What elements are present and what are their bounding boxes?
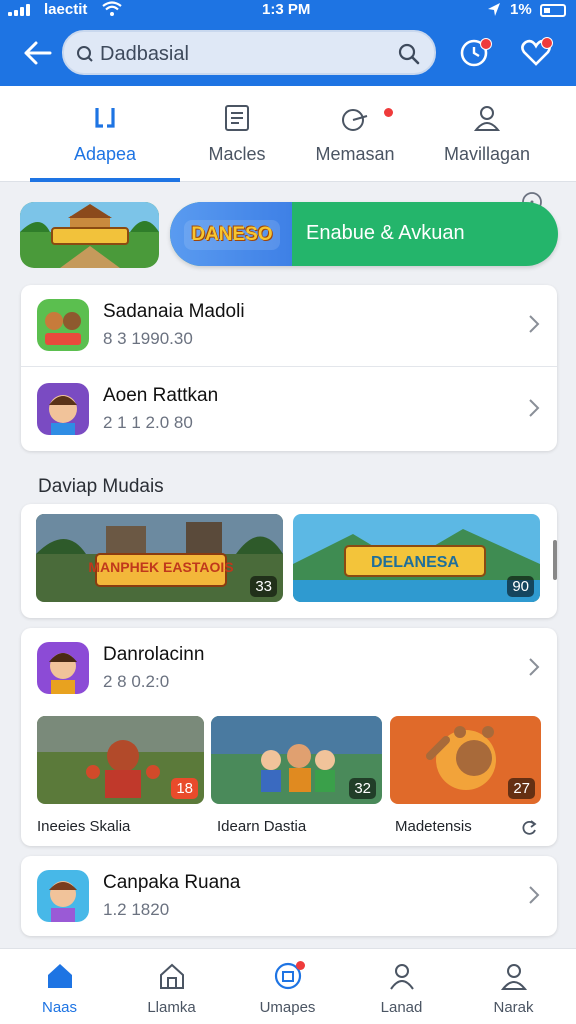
nav-item-lanad[interactable]: Lanad (344, 949, 459, 1024)
nav-item-naas[interactable]: Naas (2, 949, 117, 1024)
search-prefix-icon (77, 46, 93, 62)
item-title: Aoen Rattkan (103, 385, 219, 406)
list-item[interactable]: Danrolacinn 2 8 0.2:0 (21, 628, 557, 708)
item-subtitle: 2 8 0.2:0 (103, 672, 170, 691)
app-list-card: Canpaka Ruana 1.2 1820 (21, 856, 557, 936)
notifications-button[interactable] (456, 34, 492, 70)
signal-icon (8, 4, 34, 16)
battery-icon (540, 4, 566, 17)
pen-icon (342, 109, 368, 131)
battery-percent: 1% (510, 1, 532, 18)
wifi-icon (102, 1, 122, 16)
item-title: Danrolacinn (103, 644, 205, 665)
game-thumbnail[interactable]: DELANESA 90 (293, 514, 540, 602)
favorites-button[interactable] (518, 34, 554, 70)
nav-label: Naas (41, 999, 78, 1016)
app-icon (37, 383, 89, 435)
thumb-label: Idearn Dastia (217, 818, 307, 835)
nav-label: Llamka (147, 999, 196, 1016)
search-input[interactable]: Dadbasial (62, 30, 436, 75)
tab-bar: Adapea Macles Memasan Mavillagan (0, 86, 576, 212)
app-icon (37, 642, 89, 694)
tab-label: Adapea (73, 144, 137, 164)
tab-label: Memasan (315, 144, 395, 164)
chevron-right-icon (529, 886, 540, 904)
bottom-navigation: Naas Llamka Umapes Lanad Narak (0, 948, 576, 1024)
tab-badge-dot (384, 108, 393, 117)
jungle-castle-image (20, 202, 159, 268)
location-arrow-icon (488, 3, 500, 16)
chevron-right-icon (529, 315, 540, 333)
item-subtitle: 2 1 1 2.0 80 (103, 413, 193, 432)
section-title: Daviap Mudais (38, 476, 164, 497)
house-outline-icon (159, 963, 184, 989)
status-time: 1:3 PM (262, 1, 311, 18)
nav-badge-dot (296, 961, 305, 970)
feature-card: Danrolacinn 2 8 0.2:0 18 32 27 Ineeies S… (21, 628, 557, 846)
list-item[interactable]: Sadanaia Madoli 8 3 1990.30 (21, 285, 557, 365)
thumb-badge: 33 (250, 576, 277, 597)
search-icon[interactable] (396, 41, 422, 67)
nav-item-llamka[interactable]: Llamka (114, 949, 229, 1024)
app-header: laectit 1:3 PM 1% Dadbasial (0, 0, 576, 86)
home-icon (47, 964, 72, 988)
game-thumbnail[interactable]: 18 (37, 716, 204, 804)
chevron-right-icon (529, 399, 540, 417)
list-item[interactable]: Aoen Rattkan 2 1 1 2.0 80 (21, 369, 557, 449)
chevron-right-icon (529, 658, 540, 676)
item-title: Sadanaia Madoli (103, 301, 245, 322)
thumb-label: Ineeies Skalia (37, 818, 131, 835)
game-banner-thumbnail[interactable] (20, 202, 159, 268)
code-brackets-icon (95, 108, 115, 128)
app-icon (37, 299, 89, 351)
divider (21, 366, 557, 367)
tab-adapea[interactable]: Adapea (30, 86, 180, 182)
app-list-card: Sadanaia Madoli 8 3 1990.30 Aoen Rattkan… (21, 285, 557, 451)
thumb-label: Madetensis (395, 818, 472, 835)
game-thumbnail[interactable]: 27 (390, 716, 541, 804)
app-icon (37, 870, 89, 922)
tab-label: Mavillagan (443, 144, 531, 164)
thumb-badge: 32 (349, 778, 376, 799)
user-icon (473, 106, 501, 131)
featured-games-strip: MANPHEK EASTAOIS 33 DELANESA 90 (21, 504, 557, 618)
search-placeholder: Dadbasial (100, 43, 189, 65)
nav-item-narak[interactable]: Narak (456, 949, 571, 1024)
back-arrow-icon[interactable] (22, 38, 54, 68)
refresh-icon[interactable] (519, 818, 539, 838)
person-icon (389, 964, 414, 990)
document-icon (225, 105, 249, 131)
promo-banner[interactable]: DANESO Enabue & Avkuan (170, 202, 558, 266)
item-subtitle: 8 3 1990.30 (103, 329, 193, 348)
carrier-name: laectit (44, 1, 88, 18)
tab-mavillagan[interactable]: Mavillagan (412, 86, 562, 182)
list-item[interactable]: Canpaka Ruana 1.2 1820 (21, 856, 557, 936)
thumb-title: MANPHEK EASTAOIS (88, 559, 233, 575)
thumb-title: DELANESA (371, 554, 459, 571)
notification-dot (480, 38, 492, 50)
thumb-badge: 90 (507, 576, 534, 597)
promo-logo-panel: DANESO (170, 202, 292, 266)
profile-icon (500, 964, 527, 990)
game-thumbnail[interactable]: MANPHEK EASTAOIS 33 (36, 514, 283, 602)
tab-memasan[interactable]: Memasan (280, 86, 430, 182)
active-tab-indicator (30, 178, 180, 182)
thumb-badge: 18 (171, 778, 198, 799)
nav-label: Lanad (380, 999, 423, 1016)
thumb-badge: 27 (508, 778, 535, 799)
item-subtitle: 1.2 1820 (103, 900, 170, 919)
nav-label: Umapes (259, 999, 316, 1016)
favorites-dot (541, 37, 553, 49)
promo-text: Enabue & Avkuan (306, 222, 465, 244)
horizontal-scrollbar[interactable] (553, 540, 557, 580)
status-bar: laectit 1:3 PM 1% (0, 0, 576, 22)
game-thumbnail[interactable]: 32 (211, 716, 382, 804)
promo-logo: DANESO (184, 220, 280, 250)
item-title: Canpaka Ruana (103, 872, 241, 893)
nav-item-umapes[interactable]: Umapes (230, 949, 345, 1024)
nav-label: Narak (493, 999, 534, 1016)
